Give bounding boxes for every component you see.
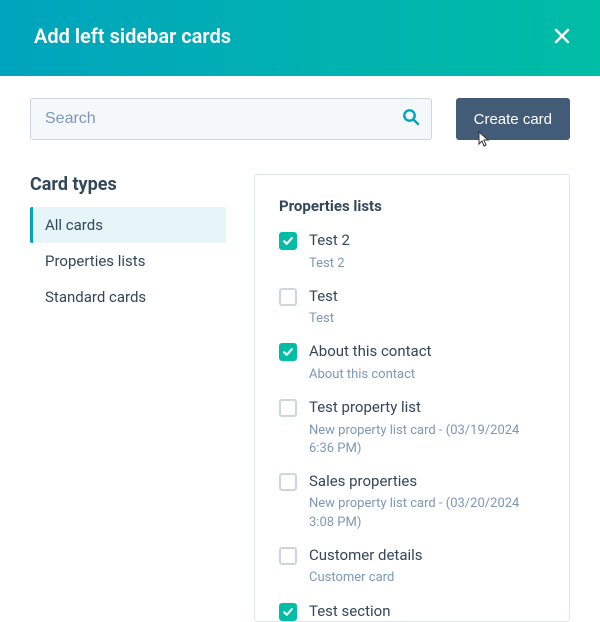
card-text: Customer details Customer card: [309, 546, 545, 588]
create-card-button[interactable]: Create card: [456, 98, 570, 140]
card-text: Test sectionTest section: [309, 602, 545, 622]
card-item: About this contact About this contact: [279, 342, 545, 384]
sidebar-item-all-cards[interactable]: All cards: [30, 207, 226, 243]
card-checkbox[interactable]: [279, 288, 297, 306]
card-title: Test: [309, 287, 545, 307]
search-wrap: [30, 98, 432, 140]
card-subtitle: Customer card: [309, 569, 545, 587]
card-item: Test sectionTest section: [279, 602, 545, 622]
card-checkbox[interactable]: [279, 232, 297, 250]
sidebar-item-standard-cards[interactable]: Standard cards: [30, 279, 226, 315]
card-item: Test 2 Test 2: [279, 231, 545, 273]
card-text: Test 2 Test 2: [309, 231, 545, 273]
card-title: Test 2: [309, 231, 545, 251]
card-title: Sales properties: [309, 472, 545, 492]
card-checkbox[interactable]: [279, 547, 297, 565]
sidebar-heading: Card types: [30, 174, 226, 195]
panel-heading: Properties lists: [279, 197, 545, 215]
card-text: Sales properties New property list card -…: [309, 472, 545, 532]
close-icon: [552, 26, 572, 46]
card-checkbox[interactable]: [279, 603, 297, 621]
card-subtitle: About this contact: [309, 366, 545, 384]
card-checkbox[interactable]: [279, 343, 297, 361]
close-button[interactable]: [548, 22, 576, 50]
card-item: Test Test: [279, 287, 545, 329]
search-input[interactable]: [30, 98, 432, 140]
create-card-label: Create card: [474, 111, 552, 128]
card-item: Customer details Customer card: [279, 546, 545, 588]
cards-panel: Properties lists Test 2 Test 2 Test Test Abo…: [254, 174, 570, 622]
card-item: Test property list New property list card…: [279, 398, 545, 458]
card-subtitle: Test 2: [309, 255, 545, 273]
card-text: Test property list New property list card…: [309, 398, 545, 458]
card-title: Test section: [309, 602, 545, 622]
card-item: Sales properties New property list card -…: [279, 472, 545, 532]
card-title: Test property list: [309, 398, 545, 418]
sidebar-item-properties-lists[interactable]: Properties lists: [30, 243, 226, 279]
dialog-title: Add left sidebar cards: [34, 24, 231, 48]
card-subtitle: New property list card - (03/19/2024 6:3…: [309, 422, 545, 458]
card-checkbox[interactable]: [279, 399, 297, 417]
cursor-pointer-icon: [474, 130, 492, 154]
card-subtitle: New property list card - (03/20/2024 3:0…: [309, 495, 545, 531]
card-checkbox[interactable]: [279, 473, 297, 491]
card-title: About this contact: [309, 342, 545, 362]
card-types-sidebar: Card types All cardsProperties listsStan…: [30, 174, 226, 315]
card-text: About this contact About this contact: [309, 342, 545, 384]
card-subtitle: Test: [309, 310, 545, 328]
dialog-header: Add left sidebar cards: [0, 0, 600, 76]
search-icon: [402, 108, 420, 130]
card-text: Test Test: [309, 287, 545, 329]
card-title: Customer details: [309, 546, 545, 566]
